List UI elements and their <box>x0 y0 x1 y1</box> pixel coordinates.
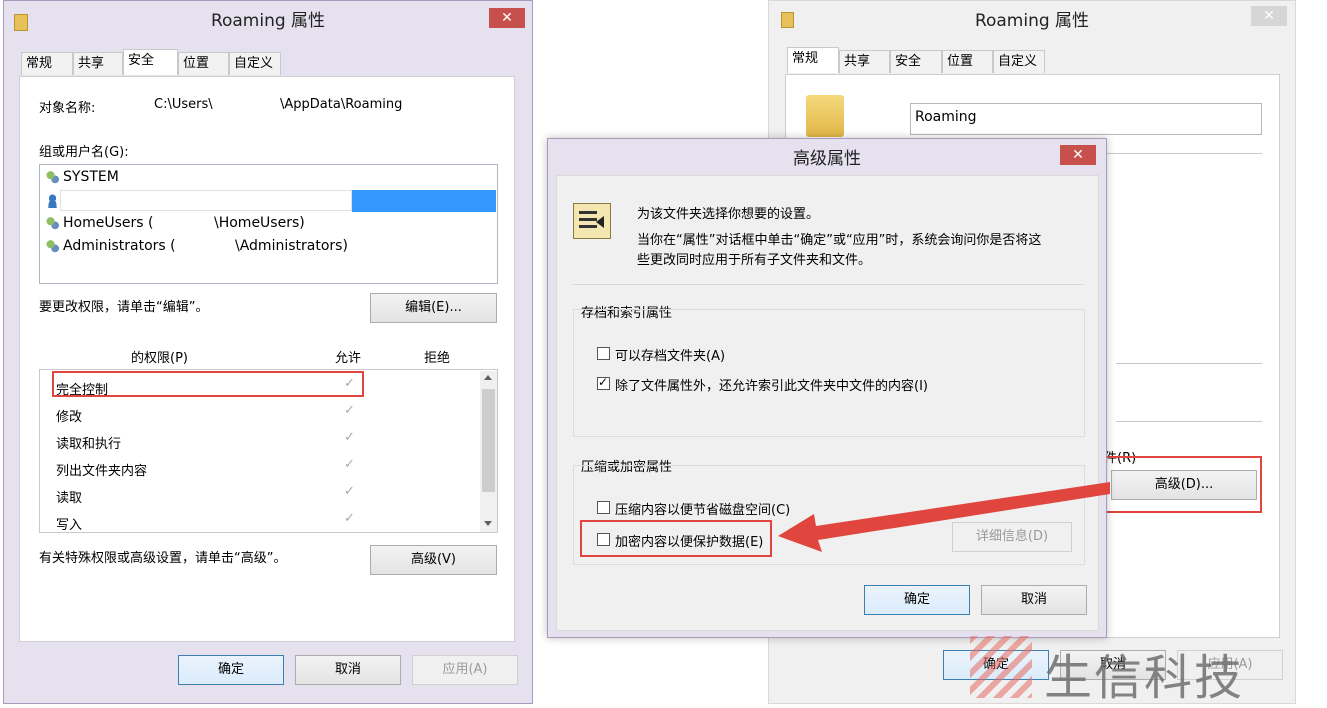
edit-hint: 要更改权限，请单击“编辑”。 <box>39 300 209 315</box>
allow-check-icon: ✓ <box>344 430 355 445</box>
archive-checkbox[interactable] <box>597 347 610 360</box>
object-name-label: 对象名称: <box>39 101 96 116</box>
watermark-logo-icon <box>970 636 1032 698</box>
advanced-attributes-dialog: 高级属性 ✕ 为该文件夹选择你想要的设置。 当你在“属性”对话框中单击“确定”或… <box>547 138 1107 638</box>
left-security-panel: 对象名称: C:\Users\ \AppData\Roaming 组或用户名(G… <box>19 76 515 642</box>
user-name-suffix: \Administrators) <box>235 238 348 254</box>
dialog-intro-line3: 些更改同时应用于所有子文件夹和文件。 <box>637 253 872 268</box>
allow-check-icon: ✓ <box>344 484 355 499</box>
user-name: SYSTEM <box>63 169 119 185</box>
folder-name-value: Roaming <box>915 109 977 125</box>
advanced-hint: 有关特殊权限或高级设置，请单击“高级”。 <box>39 551 287 566</box>
scroll-down-icon[interactable] <box>484 521 492 526</box>
full-control-highlight <box>52 371 364 397</box>
scroll-thumb[interactable] <box>482 389 495 492</box>
checklist-lines <box>579 211 597 231</box>
allow-check-icon: ✓ <box>344 511 355 526</box>
selection-highlight <box>352 190 496 212</box>
dialog-title: 高级属性 <box>793 149 861 169</box>
attributes-icon <box>573 203 611 239</box>
list-item-system[interactable]: SYSTEM <box>44 168 494 188</box>
scroll-up-icon[interactable] <box>484 375 492 380</box>
compress-label: 压缩内容以便节省磁盘空间(C) <box>615 503 791 518</box>
advanced-button[interactable]: 高级(V) <box>370 545 497 575</box>
user-name-suffix: \HomeUsers) <box>214 215 305 231</box>
user-list[interactable]: SYSTEM HomeUsers ( \HomeUsers) Administr… <box>39 164 498 284</box>
tab-general[interactable]: 常规 <box>787 47 839 73</box>
tab-customize[interactable]: 自定义 <box>993 50 1045 73</box>
watermark: 生信科技 <box>968 632 1298 706</box>
scrollbar[interactable] <box>480 371 497 532</box>
allow-check-icon: ✓ <box>344 403 355 418</box>
left-window-title: Roaming 属性 <box>210 11 326 31</box>
list-item-administrators[interactable]: Administrators ( \Administrators) <box>44 237 494 257</box>
dialog-intro-line2: 当你在“属性”对话框中单击“确定”或“应用”时，系统会询问你是否将这 <box>637 233 1042 248</box>
archive-index-group <box>573 309 1085 437</box>
annotation-arrow <box>778 482 1110 552</box>
cancel-button[interactable]: 取消 <box>295 655 401 685</box>
permission-name: 读取 <box>56 491 83 506</box>
permissions-header: 的权限(P) <box>131 351 188 366</box>
ok-button[interactable]: 确定 <box>864 585 970 615</box>
close-icon[interactable]: ✕ <box>489 8 525 28</box>
list-item-selected-user[interactable] <box>41 190 496 212</box>
cancel-button[interactable]: 取消 <box>981 585 1087 615</box>
permission-name: 写入 <box>56 518 83 533</box>
folder-icon <box>14 14 28 31</box>
right-window-title: Roaming 属性 <box>974 11 1090 31</box>
left-window-title-bar: Roaming 属性 <box>4 1 532 41</box>
user-icon <box>46 194 59 208</box>
permission-name: 列出文件夹内容 <box>56 464 148 479</box>
tab-sharing[interactable]: 共享 <box>73 52 123 75</box>
group-user-label: 组或用户名(G): <box>39 145 129 160</box>
edit-button[interactable]: 编辑(E)... <box>370 293 497 323</box>
dialog-title-bar: 高级属性 <box>548 139 1106 179</box>
user-name-prefix: Administrators ( <box>63 238 176 254</box>
tab-general[interactable]: 常规 <box>21 52 73 75</box>
encrypt-option-highlight <box>580 520 772 557</box>
apply-button[interactable]: 应用(A) <box>412 655 518 685</box>
dialog-intro-line1: 为该文件夹选择你想要的设置。 <box>637 207 820 222</box>
tab-security[interactable]: 安全 <box>123 49 178 75</box>
close-icon[interactable]: ✕ <box>1251 6 1287 26</box>
advanced-button-highlight <box>1105 456 1262 513</box>
tab-sharing[interactable]: 共享 <box>839 50 890 73</box>
allow-check-icon: ✓ <box>344 457 355 472</box>
tab-location[interactable]: 位置 <box>942 50 993 73</box>
folder-name-input[interactable]: Roaming <box>910 103 1262 135</box>
divider <box>1116 363 1262 364</box>
user-group-icon <box>46 217 59 231</box>
deny-header: 拒绝 <box>424 351 451 366</box>
object-path-end: \AppData\Roaming <box>280 97 403 112</box>
close-icon[interactable]: ✕ <box>1060 145 1096 165</box>
archive-label: 可以存档文件夹(A) <box>615 349 726 364</box>
tab-security[interactable]: 安全 <box>890 50 942 73</box>
ok-button[interactable]: 确定 <box>178 655 284 685</box>
redacted-user-name <box>60 190 352 211</box>
tab-location[interactable]: 位置 <box>178 52 229 75</box>
permission-name: 读取和执行 <box>56 437 122 452</box>
user-group-icon <box>46 171 59 185</box>
permission-name: 修改 <box>56 410 83 425</box>
index-checkbox[interactable] <box>597 375 610 390</box>
compress-checkbox[interactable] <box>597 501 610 514</box>
left-properties-window: Roaming 属性 ✕ 常规 共享 安全 位置 自定义 对象名称: C:\Us… <box>3 0 533 704</box>
right-window-title-bar: Roaming 属性 <box>769 1 1295 41</box>
divider <box>1116 421 1262 422</box>
divider <box>572 284 1084 285</box>
object-path-start: C:\Users\ <box>154 97 213 112</box>
large-folder-icon <box>806 95 844 137</box>
user-name-prefix: HomeUsers ( <box>63 215 154 231</box>
tab-customize[interactable]: 自定义 <box>229 52 281 75</box>
list-item-homeusers[interactable]: HomeUsers ( \HomeUsers) <box>44 214 494 234</box>
right-tab-strip: 常规 共享 安全 位置 自定义 <box>787 47 1267 74</box>
watermark-text: 生信科技 <box>1044 650 1245 706</box>
dialog-body: 为该文件夹选择你想要的设置。 当你在“属性”对话框中单击“确定”或“应用”时，系… <box>556 175 1099 631</box>
left-tab-strip: 常规 共享 安全 位置 自定义 <box>21 49 511 76</box>
folder-icon <box>781 12 794 28</box>
arrow-icon <box>596 216 604 228</box>
allow-header: 允许 <box>335 351 362 366</box>
index-label: 除了文件属性外，还允许索引此文件夹中文件的内容(I) <box>615 379 928 394</box>
user-group-icon <box>46 240 59 254</box>
